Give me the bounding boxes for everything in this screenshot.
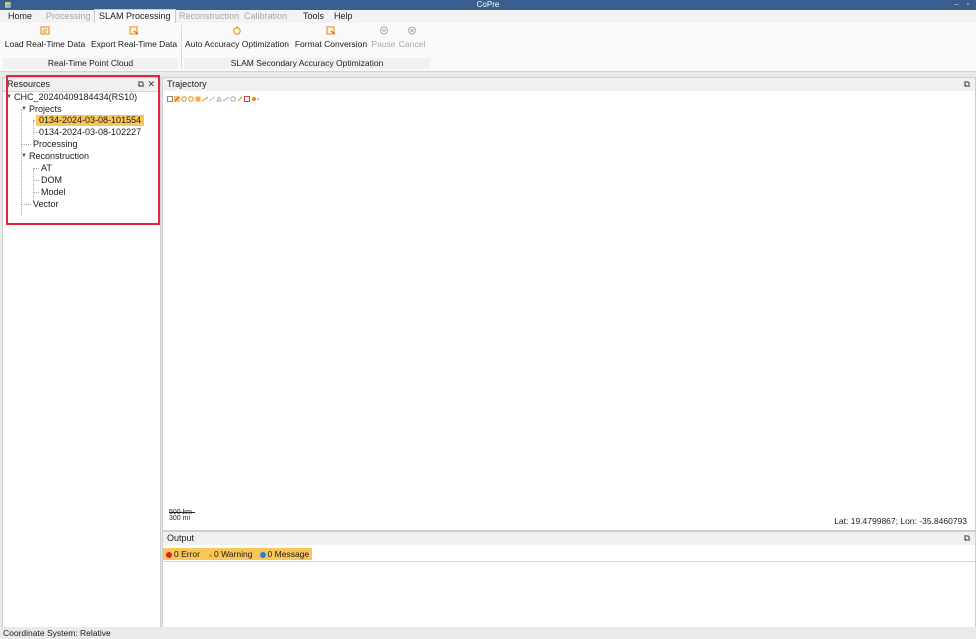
cancel-button[interactable]: Cancel	[397, 24, 427, 56]
output-panel: Output ⧉ 0 Error ▲0 Warning 0 Message	[162, 531, 976, 635]
ribbon: Load Real-Time Data Export Real-Time Dat…	[0, 23, 976, 72]
output-divider	[163, 561, 975, 562]
select-tool-icon[interactable]	[167, 96, 173, 102]
load-real-time-data-button[interactable]: Load Real-Time Data	[3, 24, 87, 56]
menu-home[interactable]: Home	[4, 10, 36, 23]
clear-icon[interactable]	[237, 96, 243, 102]
export-data-icon	[129, 26, 139, 35]
output-filter-bar: 0 Error ▲0 Warning 0 Message	[163, 548, 313, 560]
pause-icon	[379, 26, 388, 35]
error-filter[interactable]: 0 Error	[166, 549, 200, 559]
info-icon	[259, 552, 266, 558]
group-real-time-point-cloud: Real-Time Point Cloud	[3, 58, 178, 69]
float-panel-icon[interactable]: ⧉	[964, 78, 970, 91]
menu-tools[interactable]: Tools	[299, 10, 328, 23]
export-map-icon[interactable]	[244, 96, 250, 102]
export-real-time-data-button[interactable]: Export Real-Time Data	[91, 24, 177, 56]
selection-highlight-box	[6, 75, 160, 225]
format-convert-icon	[326, 26, 336, 35]
output-title: Output	[167, 533, 195, 543]
window-controls[interactable]: – ▫	[955, 0, 972, 10]
ribbon-separator	[181, 25, 182, 69]
group-slam-secondary-accuracy-optimization: SLAM Secondary Accuracy Optimization	[184, 58, 430, 69]
error-icon	[166, 552, 172, 558]
draw-polygon-icon[interactable]	[216, 96, 222, 102]
trajectory-panel: Trajectory ⧉ 500 km 300 mi Lat: 19.47998…	[162, 77, 976, 531]
cancel-icon	[408, 26, 416, 35]
menu-processing[interactable]: Processing	[42, 10, 95, 23]
measure-icon[interactable]	[202, 96, 208, 102]
cursor-coordinates: Lat: 19.4799867; Lon: -35.8460793	[834, 516, 967, 526]
warning-filter[interactable]: ▲0 Warning	[207, 549, 252, 559]
zoom-in-icon[interactable]	[181, 96, 187, 102]
load-data-icon	[40, 26, 50, 35]
zoom-out-icon[interactable]	[188, 96, 194, 102]
full-extent-icon[interactable]	[195, 96, 201, 102]
auto-optimize-icon	[233, 26, 241, 35]
scale-mi-label: 300 mi	[169, 515, 191, 522]
trajectory-title: Trajectory	[167, 79, 207, 89]
pause-button[interactable]: Pause	[371, 24, 396, 56]
output-header: Output	[163, 532, 975, 545]
menu-calibration[interactable]: Calibration	[240, 10, 291, 23]
menu-bar: Home Processing SLAM Processing Reconstr…	[0, 9, 976, 24]
format-conversion-button[interactable]: Format Conversion	[292, 24, 370, 56]
pan-tool-icon[interactable]	[174, 96, 180, 102]
menu-reconstruction[interactable]: Reconstruction	[175, 10, 243, 23]
menu-help[interactable]: Help	[330, 10, 357, 23]
more-tools-icon[interactable]	[251, 96, 260, 102]
coordinate-system-status: Coordinate System: Relative	[3, 628, 111, 638]
map-scale-bar: 500 km 300 mi	[169, 509, 195, 522]
menu-slam-processing[interactable]: SLAM Processing	[94, 9, 176, 24]
auto-accuracy-optimization-button[interactable]: Auto Accuracy Optimization	[184, 24, 290, 56]
draw-line-icon[interactable]	[209, 96, 215, 102]
message-filter[interactable]: 0 Message	[259, 549, 309, 559]
refresh-icon[interactable]	[230, 96, 236, 102]
edit-icon[interactable]	[223, 96, 229, 102]
float-panel-icon[interactable]: ⧉	[964, 532, 970, 545]
warning-icon: ▲	[207, 552, 215, 559]
status-bar: Coordinate System: Relative	[0, 627, 976, 639]
trajectory-header: Trajectory	[163, 78, 975, 91]
